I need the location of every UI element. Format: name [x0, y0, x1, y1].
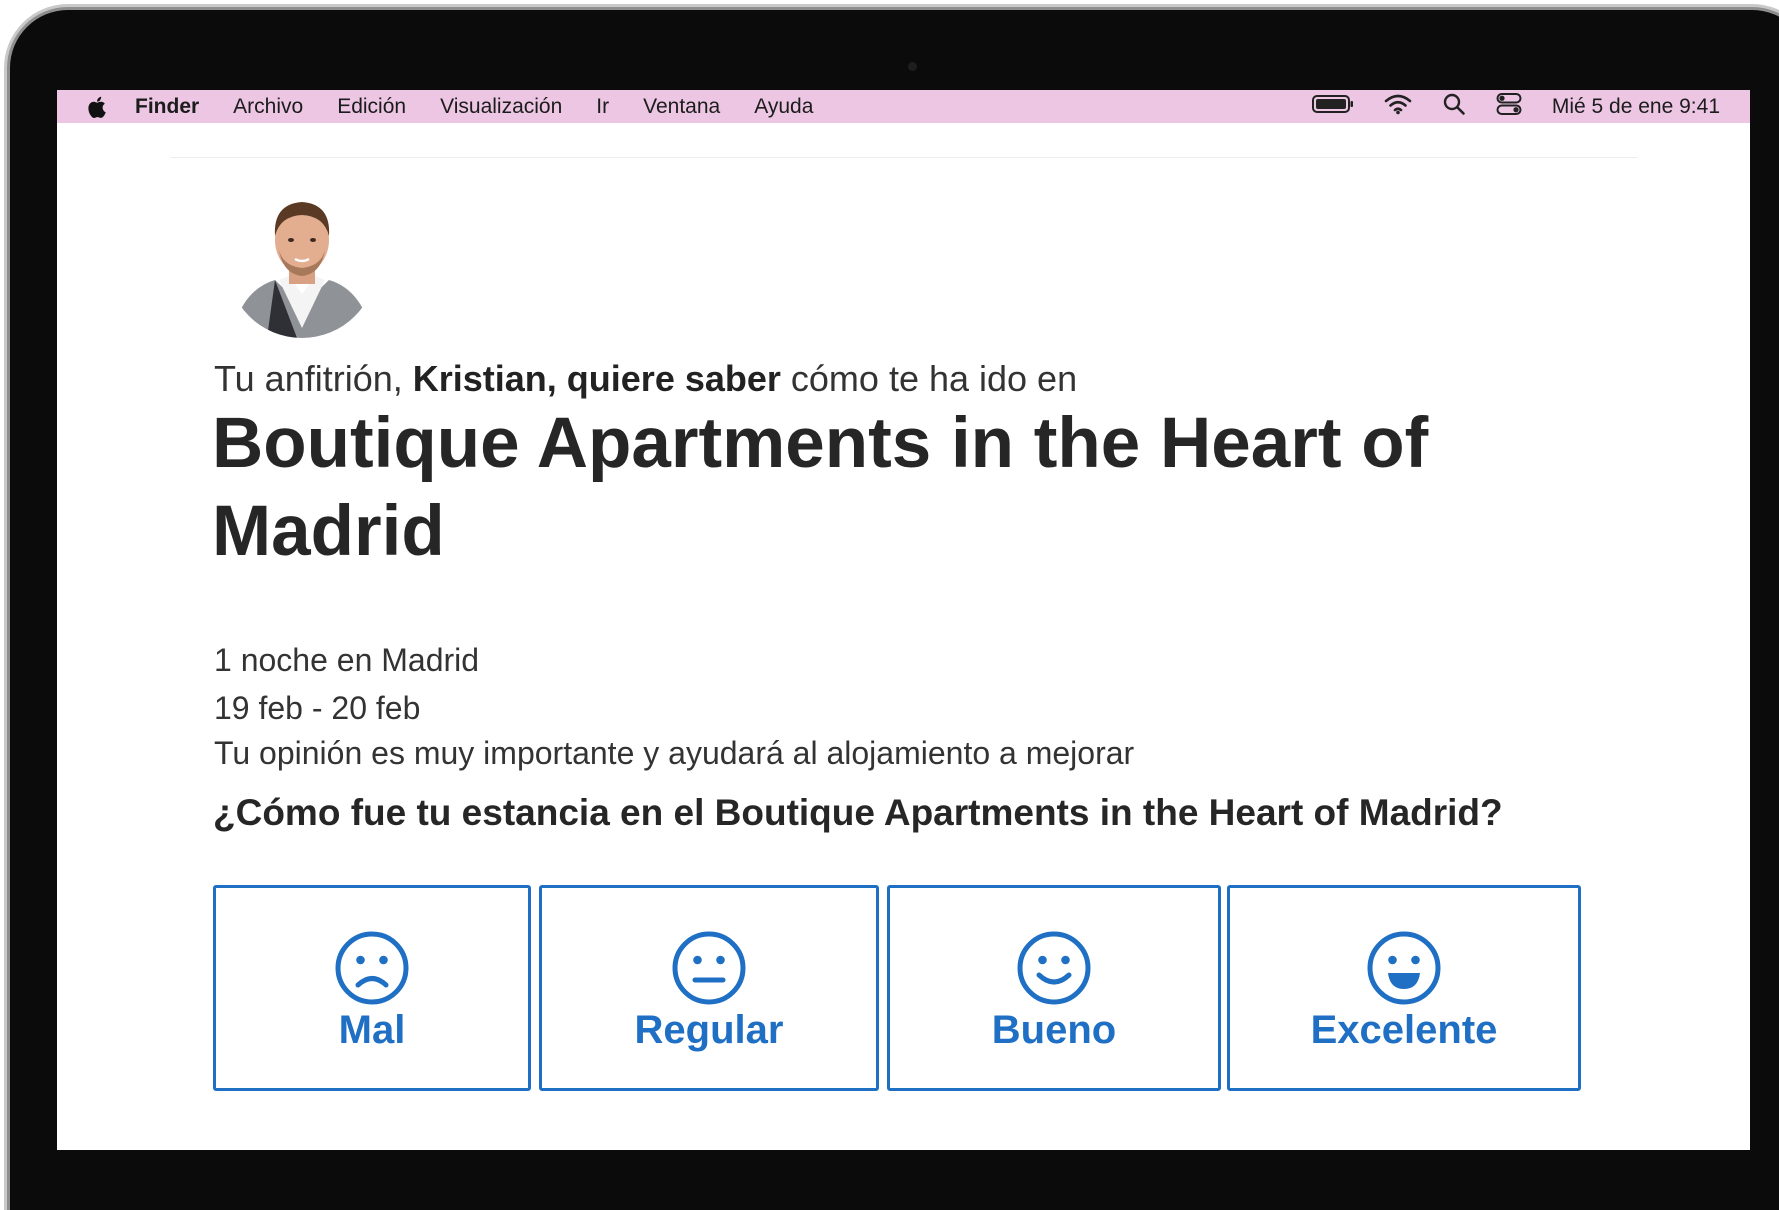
rating-mal-button[interactable]: Mal — [213, 885, 531, 1091]
menu-visualizacion[interactable]: Visualización — [440, 95, 562, 119]
grin-face-icon — [1367, 931, 1441, 1005]
menubar-clock[interactable]: Mié 5 de ene 9:41 — [1552, 95, 1720, 119]
menu-ventana[interactable]: Ventana — [643, 95, 720, 119]
wifi-icon[interactable] — [1384, 93, 1412, 121]
neutral-face-icon — [672, 931, 746, 1005]
intro-prefix: Tu anfitrión, — [214, 358, 413, 399]
survey-question: ¿Cómo fue tu estancia en el Boutique Apa… — [213, 792, 1503, 833]
sad-face-icon — [335, 931, 409, 1005]
stay-nights: 1 noche en Madrid — [214, 642, 480, 678]
rating-excelente-button[interactable]: Excelente — [1227, 885, 1581, 1091]
feedback-note: Tu opinión es muy importante y ayudará a… — [214, 735, 1135, 771]
intro-host-name: Kristian, quiere saber — [412, 358, 781, 399]
menu-edicion[interactable]: Edición — [337, 95, 406, 119]
host-intro: Tu anfitrión, Kristian, quiere saber cóm… — [214, 358, 1077, 400]
rating-regular-button[interactable]: Regular — [539, 885, 879, 1091]
header-divider — [171, 157, 1637, 158]
menu-ayuda[interactable]: Ayuda — [754, 95, 813, 119]
menu-finder[interactable]: Finder — [135, 95, 199, 119]
status-area: Mié 5 de ene 9:41 — [1311, 92, 1720, 122]
camera-dot — [908, 62, 917, 71]
stay-dates: 19 feb - 20 feb — [214, 690, 421, 726]
host-avatar — [227, 188, 377, 338]
spotlight-search-icon[interactable] — [1442, 92, 1466, 122]
rating-label: Regular — [634, 1008, 784, 1052]
smile-face-icon — [1017, 931, 1091, 1005]
rating-label: Excelente — [1310, 1008, 1498, 1052]
menu-ir[interactable]: Ir — [596, 95, 609, 119]
control-center-icon[interactable] — [1496, 92, 1522, 122]
screen: Finder Archivo Edición Visualización Ir … — [57, 90, 1750, 1150]
apple-logo-icon[interactable] — [87, 95, 109, 119]
property-title: Boutique Apartments in the Heart of Madr… — [212, 404, 1429, 571]
menu-archivo[interactable]: Archivo — [233, 95, 303, 119]
rating-label: Mal — [338, 1008, 406, 1052]
battery-icon[interactable] — [1311, 94, 1354, 120]
rating-label: Bueno — [991, 1008, 1117, 1052]
intro-suffix: cómo te ha ido en — [780, 358, 1078, 399]
menu-bar: Finder Archivo Edición Visualización Ir … — [57, 90, 1750, 123]
rating-bueno-button[interactable]: Bueno — [887, 885, 1221, 1091]
